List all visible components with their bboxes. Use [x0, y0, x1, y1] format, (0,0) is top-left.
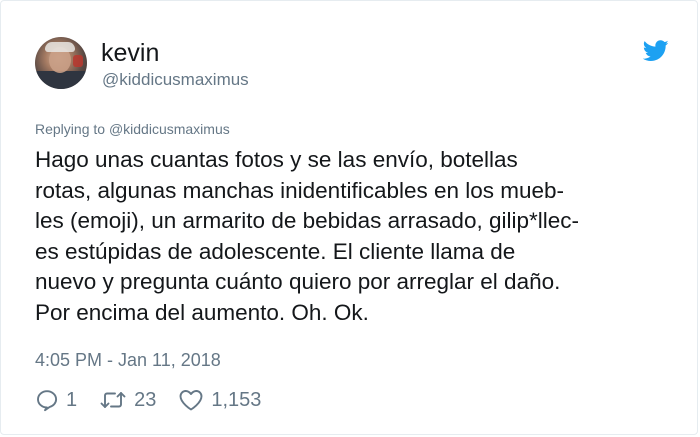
avatar-hat	[45, 42, 75, 52]
user-handle[interactable]: @kiddicusmaximus	[102, 70, 249, 90]
tweet-text: Hago unas cuantas fotos y se las envío, …	[35, 147, 579, 325]
heart-icon	[179, 390, 203, 411]
like-count: 1,153	[211, 388, 262, 411]
avatar-shirt	[35, 71, 87, 89]
avatar[interactable]	[35, 37, 87, 89]
retweet-icon	[100, 392, 126, 408]
tweet-card: kevin @kiddicusmaximus Replying to @kidd…	[0, 0, 698, 435]
like-button[interactable]: 1,153	[178, 388, 261, 412]
reply-count: 1	[66, 388, 78, 411]
replying-to: Replying to @kiddicusmaximus	[35, 121, 230, 137]
retweet-button[interactable]: 23	[99, 388, 156, 412]
tweet-timestamp[interactable]: 4:05 PM - Jan 11, 2018	[35, 349, 221, 371]
reply-button[interactable]: 1	[35, 388, 77, 412]
reply-bubble-icon	[37, 390, 58, 412]
avatar-detail	[73, 55, 83, 67]
retweet-count: 23	[134, 388, 157, 411]
user-display-name[interactable]: kevin	[101, 39, 159, 67]
replying-target-link[interactable]: @kiddicusmaximus	[109, 121, 230, 137]
replying-prefix: Replying to	[35, 121, 106, 137]
tweet-actions: 1 23 1,153	[35, 386, 261, 414]
twitter-bird-icon[interactable]	[643, 40, 669, 62]
